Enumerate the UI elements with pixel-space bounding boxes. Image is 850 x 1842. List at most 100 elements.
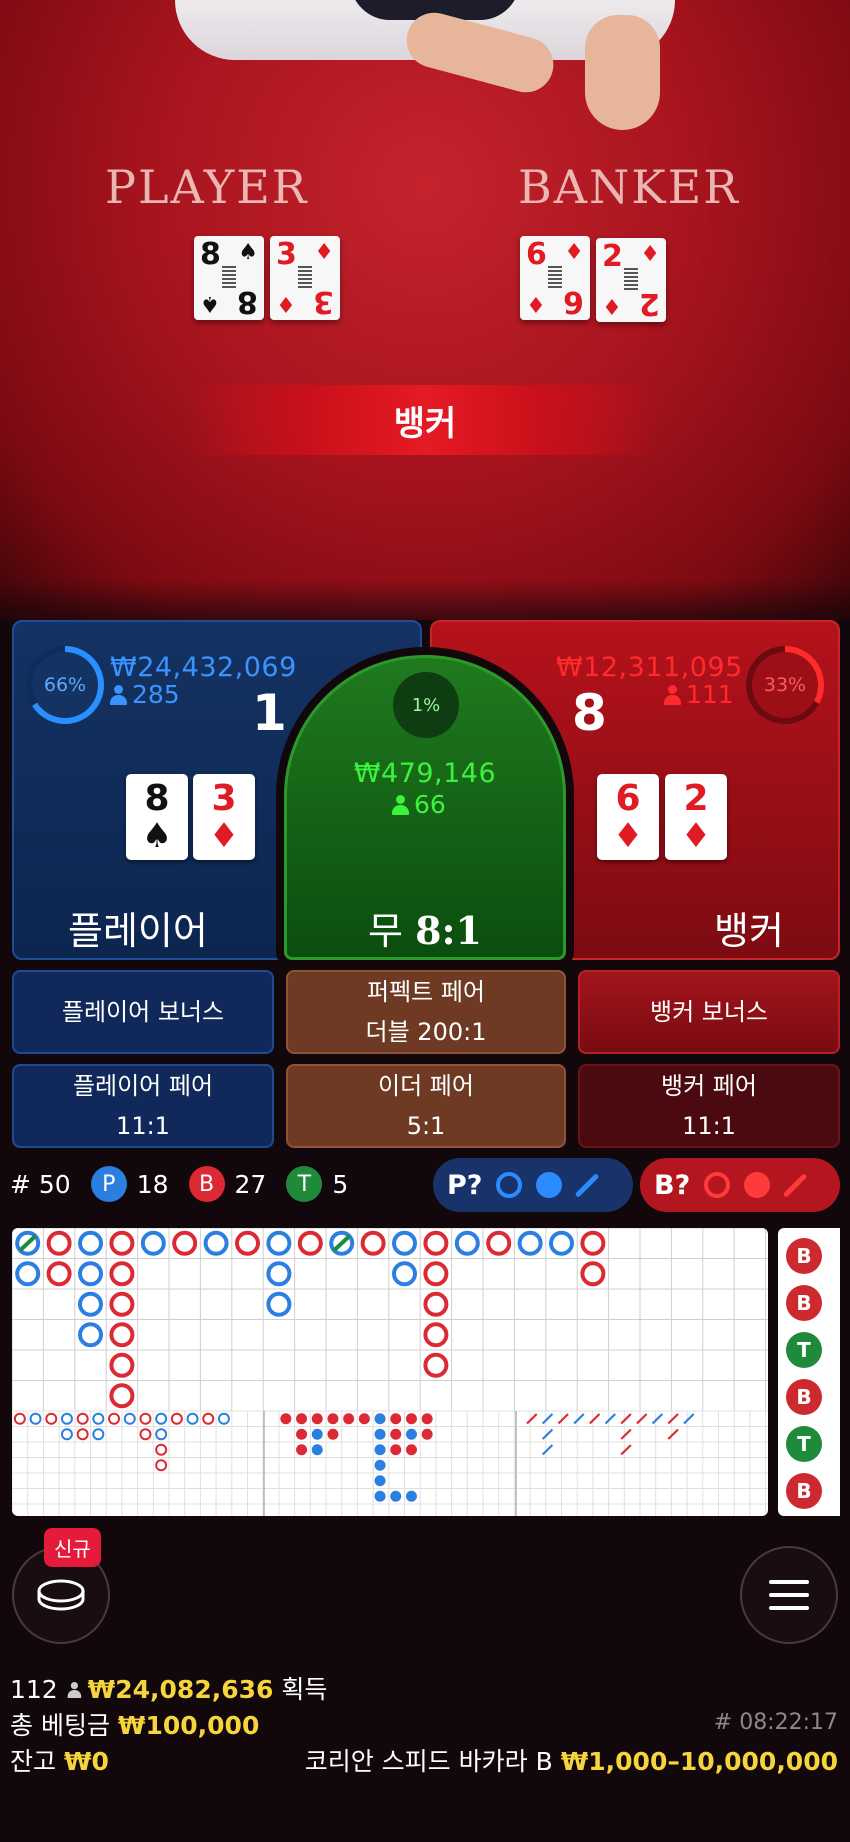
person-icon [110, 685, 127, 705]
small-road-bead [390, 1444, 402, 1456]
perfect-pair-button[interactable]: 퍼펙트 페어 더블 200:1 [286, 970, 566, 1054]
bead-road-item: B [786, 1285, 822, 1321]
player-card-2: 3 ♦ [193, 774, 255, 860]
big-eye-bead [60, 1428, 73, 1441]
cockroach-mark [541, 1428, 554, 1440]
cockroach-slash-icon [575, 1172, 600, 1198]
player-total-amount: ₩24,432,069 [110, 652, 297, 683]
big-eye-bead [155, 1428, 168, 1441]
big-road-bead [580, 1261, 606, 1287]
player-bonus-button[interactable]: 플레이어 보너스 [12, 970, 274, 1054]
cockroach-mark [604, 1413, 616, 1425]
bead-road-item: B [786, 1473, 822, 1509]
small-road-bead [374, 1428, 386, 1440]
big-eye-bead [76, 1412, 89, 1425]
banker-bettor-count: 111 [664, 680, 734, 709]
cockroach-mark [651, 1413, 664, 1425]
big-eye-ring-icon [496, 1172, 523, 1198]
person-icon [67, 1682, 81, 1698]
scoreboard-roads[interactable] [12, 1228, 768, 1516]
big-road-bead [454, 1230, 480, 1256]
small-road-bead [311, 1428, 323, 1440]
big-eye-bead [170, 1412, 183, 1425]
big-road-bead [78, 1261, 103, 1287]
big-road-bead [266, 1230, 292, 1256]
round-number: # 50 [10, 1169, 71, 1199]
big-road-bead [360, 1230, 386, 1256]
tie-total-amount: ₩479,146 [353, 758, 497, 789]
result-banner: 뱅커 [190, 385, 660, 455]
big-eye-bead [108, 1412, 121, 1425]
big-road-bead [266, 1261, 292, 1287]
banker-predict-button[interactable]: B? [640, 1158, 840, 1212]
small-road-bead [296, 1428, 308, 1440]
big-road-bead [109, 1261, 135, 1287]
big-road-bead [423, 1352, 449, 1378]
small-road-bead [296, 1444, 308, 1456]
player-percent: 66% [32, 652, 98, 718]
player-pair-button[interactable]: 플레이어 페어 11:1 [12, 1064, 274, 1148]
small-road-bead [327, 1428, 339, 1440]
round-stats: # 50 P 18 B 27 T 5 [10, 1160, 348, 1208]
cockroach-mark [573, 1413, 585, 1425]
tie-wins-count: 5 [332, 1169, 349, 1199]
big-eye-bead [29, 1412, 42, 1425]
banker-card-2: 2 ♦ [665, 774, 727, 860]
player-predict-button[interactable]: P? [433, 1158, 633, 1212]
small-road-bead [374, 1475, 386, 1487]
player-wins-dot: P [90, 1166, 127, 1202]
banker-bonus-button[interactable]: 뱅커 보너스 [578, 970, 840, 1054]
small-road-bead [374, 1444, 386, 1456]
cockroach-mark [557, 1413, 569, 1425]
small-road-bead [358, 1413, 370, 1425]
table-card-banker-1: 6 ♦ 6 ♦ [520, 236, 590, 320]
big-eye-bead [92, 1428, 105, 1441]
big-road-bead [109, 1230, 135, 1256]
big-road-bead [109, 1383, 135, 1409]
small-road-bead [405, 1490, 417, 1502]
cockroach-mark [589, 1413, 601, 1425]
cockroach-mark [683, 1413, 695, 1425]
banker-wins-count: 27 [234, 1169, 267, 1199]
player-predict-label: P? [447, 1169, 483, 1201]
player-wins-count: 18 [136, 1169, 169, 1199]
cockroach-mark [620, 1413, 632, 1425]
cockroach-mark [541, 1444, 554, 1456]
small-road-bead [311, 1444, 323, 1456]
person-icon [664, 685, 681, 705]
cockroach-mark [667, 1413, 679, 1425]
big-road-bead [235, 1230, 260, 1256]
cockroach-mark [636, 1413, 648, 1425]
player-bettor-count: 285 [110, 680, 180, 709]
big-eye-bead [202, 1412, 215, 1425]
big-road-bead [423, 1230, 449, 1256]
table-name: 코리안 스피드 바카라 B [304, 1747, 553, 1776]
small-road-bead [421, 1413, 433, 1425]
big-eye-bead [92, 1412, 105, 1425]
bead-road[interactable]: BBTBTB [778, 1228, 840, 1516]
big-road-bead [266, 1291, 292, 1317]
big-road-bead [78, 1322, 103, 1348]
big-eye-bead [139, 1428, 152, 1441]
big-road-bead [297, 1230, 323, 1256]
tie-slash-mark [18, 1234, 37, 1252]
big-road-bead [392, 1230, 417, 1256]
player-title: 플레이어 [68, 909, 208, 953]
small-road-bead [405, 1413, 417, 1425]
banker-score: 8 [572, 684, 607, 742]
big-eye-bead [155, 1459, 168, 1472]
big-road-bead [486, 1230, 512, 1256]
table-info: 코리안 스피드 바카라 B ₩1,000–10,000,000 [305, 1742, 838, 1778]
cockroach-mark [541, 1413, 554, 1425]
banker-card-1: 6 ♦ [597, 774, 659, 860]
small-road-bead [405, 1428, 417, 1440]
banker-pair-button[interactable]: 뱅커 페어 11:1 [578, 1064, 840, 1148]
big-eye-bead [60, 1412, 73, 1425]
menu-button[interactable] [740, 1546, 838, 1644]
dealer-hand-right [585, 15, 660, 130]
table-banker-label: BANKER [518, 160, 740, 214]
cockroach-mark [620, 1444, 632, 1456]
balance-line: 잔고 ₩0 [10, 1747, 109, 1776]
either-pair-button[interactable]: 이더 페어 5:1 [286, 1064, 566, 1148]
tie-slash-mark [332, 1234, 351, 1252]
